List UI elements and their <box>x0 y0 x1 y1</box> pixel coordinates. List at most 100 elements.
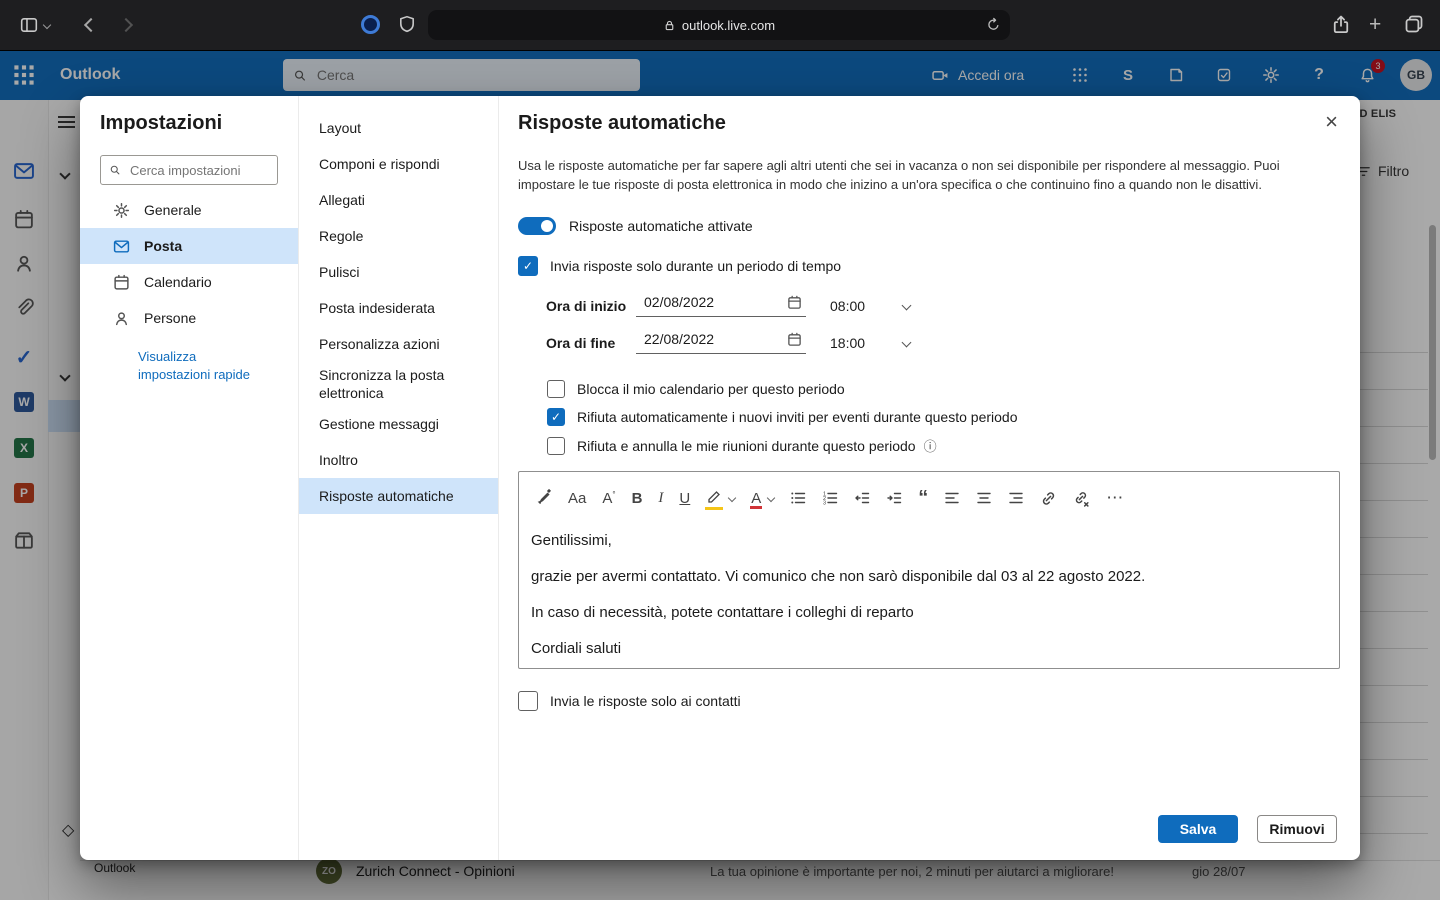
nav-label: Posta <box>144 238 182 254</box>
align-right-button[interactable] <box>1008 490 1024 506</box>
browser-chrome: outlook.live.com + <box>0 0 1440 51</box>
bold-button[interactable]: B <box>632 490 643 507</box>
reply-editor: Aa A° B I U A <box>518 471 1340 669</box>
end-time-value: 18:00 <box>830 335 865 351</box>
format-painter-icon[interactable] <box>535 487 552 509</box>
cancel-meetings-checkbox[interactable] <box>547 437 565 455</box>
search-icon <box>109 163 121 177</box>
toggle-knob <box>541 220 553 232</box>
reply-text[interactable]: Gentilissimi, grazie per avermi contatta… <box>519 517 1339 658</box>
chevron-down-icon <box>902 338 912 348</box>
category-sincronizza[interactable]: Sincronizza la posta elettronica <box>299 362 498 406</box>
reply-line: In caso di necessità, potete contattare … <box>531 603 1327 622</box>
panel-title: Risposte automatiche <box>518 112 726 135</box>
period-label: Invia risposte solo durante un periodo d… <box>550 258 841 274</box>
chevron-down-icon[interactable] <box>728 494 736 502</box>
bullet-list-button[interactable] <box>790 490 806 506</box>
block-calendar-checkbox[interactable] <box>547 380 565 398</box>
end-date-value: 22/08/2022 <box>644 331 714 347</box>
autoreply-toggle[interactable] <box>518 217 556 235</box>
underline-button[interactable]: U <box>679 490 690 507</box>
category-gestione-messaggi[interactable]: Gestione messaggi <box>299 406 498 442</box>
category-personalizza-azioni[interactable]: Personalizza azioni <box>299 326 498 362</box>
quote-button[interactable]: “ <box>918 493 928 503</box>
contacts-only-label: Invia le risposte solo ai contatti <box>550 693 741 709</box>
chevron-down-icon <box>902 301 912 311</box>
start-time-value: 08:00 <box>830 298 865 314</box>
font-size-button[interactable]: A° <box>602 490 615 507</box>
autoreply-panel: Risposte automatiche × Usa le risposte a… <box>499 96 1360 860</box>
reply-line: grazie per avermi contattato. Vi comunic… <box>531 567 1327 586</box>
category-posta-indesiderata[interactable]: Posta indesiderata <box>299 290 498 326</box>
extension-icon[interactable] <box>361 15 380 34</box>
link-button[interactable] <box>1040 490 1057 507</box>
save-button[interactable]: Salva <box>1158 815 1238 843</box>
category-inoltro[interactable]: Inoltro <box>299 442 498 478</box>
cancel-meetings-label: Rifiuta e annulla le mie riunioni durant… <box>577 438 916 454</box>
settings-title: Impostazioni <box>100 112 278 135</box>
end-label: Ora di fine <box>546 335 636 351</box>
share-icon[interactable] <box>1331 14 1351 34</box>
settings-nav-generale[interactable]: Generale <box>80 192 298 228</box>
address-bar[interactable]: outlook.live.com <box>428 10 1010 40</box>
settings-nav-persone[interactable]: Persone <box>80 300 298 336</box>
category-regole[interactable]: Regole <box>299 218 498 254</box>
decline-invites-checkbox[interactable]: ✓ <box>547 408 565 426</box>
category-componi[interactable]: Componi e rispondi <box>299 146 498 182</box>
more-formatting-button[interactable]: ⋯ <box>1106 488 1123 508</box>
reply-line: Cordiali saluti <box>531 639 1327 658</box>
back-icon[interactable] <box>84 18 98 32</box>
category-risposte-automatiche[interactable]: Risposte automatiche <box>299 478 498 514</box>
indent-button[interactable] <box>886 490 902 506</box>
outdent-button[interactable] <box>854 490 870 506</box>
highlight-button[interactable] <box>706 489 722 508</box>
format-toolbar: Aa A° B I U A <box>519 472 1339 517</box>
close-icon[interactable]: × <box>1325 112 1338 132</box>
period-checkbox[interactable]: ✓ <box>518 256 538 276</box>
align-left-button[interactable] <box>944 490 960 506</box>
highlight-color-bar <box>705 507 723 510</box>
nav-label: Calendario <box>144 274 212 290</box>
block-calendar-label: Blocca il mio calendario per questo peri… <box>577 381 845 397</box>
toggle-label: Risposte automatiche attivate <box>569 218 753 234</box>
remove-button[interactable]: Rimuovi <box>1257 815 1337 843</box>
settings-search-input[interactable] <box>128 162 269 179</box>
contacts-only-checkbox[interactable] <box>518 691 538 711</box>
start-time-field[interactable]: 08:00 <box>830 298 910 314</box>
reply-line: Gentilissimi, <box>531 531 1327 550</box>
settings-modal: Impostazioni Generale Posta <box>80 96 1360 860</box>
end-date-field[interactable]: 22/08/2022 <box>636 331 806 354</box>
italic-button[interactable]: I <box>658 490 663 507</box>
font-color-bar <box>750 506 762 509</box>
font-name-button[interactable]: Aa <box>568 490 586 507</box>
settings-search[interactable] <box>100 155 278 185</box>
new-tab-icon[interactable]: + <box>1369 14 1381 35</box>
calendar-icon[interactable] <box>787 295 802 310</box>
chevron-down-icon[interactable] <box>767 494 775 502</box>
font-color-button[interactable]: A <box>751 490 761 507</box>
sidebar-chevron-icon[interactable] <box>43 21 51 29</box>
reload-icon[interactable] <box>986 17 1001 32</box>
category-allegati[interactable]: Allegati <box>299 182 498 218</box>
screen: outlook.live.com + Outlook Acce <box>0 0 1440 900</box>
calendar-icon <box>112 274 130 291</box>
settings-nav-calendario[interactable]: Calendario <box>80 264 298 300</box>
people-icon <box>112 310 130 327</box>
category-layout[interactable]: Layout <box>299 110 498 146</box>
unlink-button[interactable] <box>1073 490 1090 507</box>
mail-icon <box>112 238 130 255</box>
numbered-list-button[interactable]: 123 <box>822 490 838 506</box>
calendar-icon[interactable] <box>787 332 802 347</box>
align-center-button[interactable] <box>976 490 992 506</box>
tab-overview-icon[interactable] <box>1404 14 1424 39</box>
settings-nav-posta[interactable]: Posta <box>80 228 298 264</box>
shield-extension-icon[interactable] <box>398 15 416 33</box>
end-time-field[interactable]: 18:00 <box>830 335 910 351</box>
sidebar-toggle-icon[interactable] <box>20 16 38 34</box>
decline-invites-label: Rifiuta automaticamente i nuovi inviti p… <box>577 409 1017 425</box>
category-pulisci[interactable]: Pulisci <box>299 254 498 290</box>
svg-text:3: 3 <box>823 500 826 506</box>
start-date-field[interactable]: 02/08/2022 <box>636 294 806 317</box>
quick-settings-link[interactable]: Visualizza impostazioni rapide <box>138 348 263 384</box>
forward-icon <box>119 18 133 32</box>
